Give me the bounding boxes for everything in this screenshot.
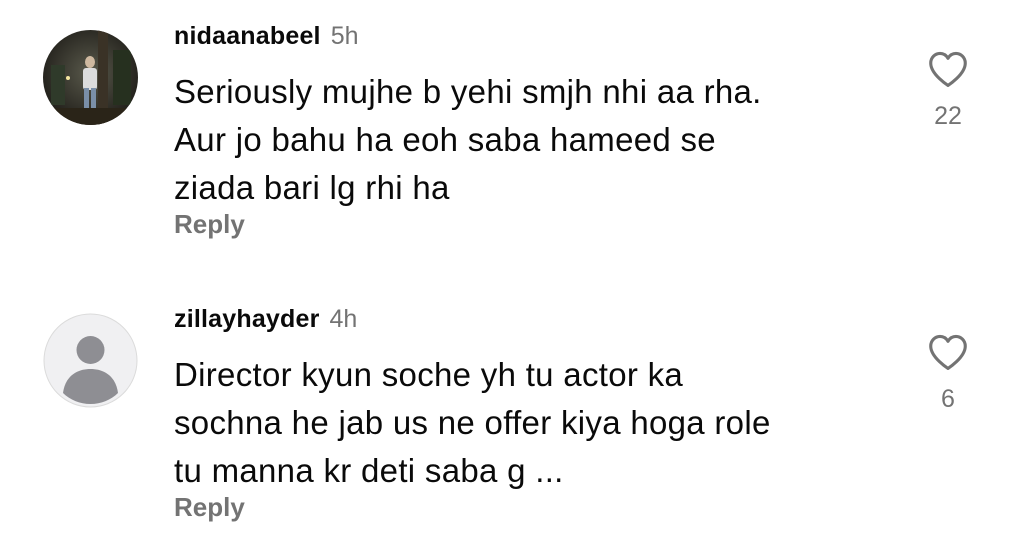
comment-header: nidaanabeel 5h	[174, 22, 359, 56]
profile-photo	[43, 30, 138, 125]
username[interactable]: nidaanabeel	[174, 22, 321, 51]
like-area: 22	[916, 50, 980, 131]
reply-button[interactable]: Reply	[174, 209, 245, 240]
default-avatar-icon	[43, 313, 138, 408]
comment-text: Seriously mujhe b yehi smjh nhi aa rha. …	[174, 73, 762, 206]
timestamp: 5h	[330, 22, 359, 50]
timestamp: 4h	[329, 305, 358, 333]
heart-outline-icon[interactable]	[927, 333, 969, 371]
comment-header: zillayhayder 4h	[174, 305, 357, 339]
avatar[interactable]	[43, 313, 138, 408]
like-area: 6	[916, 333, 980, 414]
reply-button[interactable]: Reply	[174, 492, 245, 523]
comment-text: Director kyun soche yh tu actor ka sochn…	[174, 356, 771, 489]
comment-item: nidaanabeel 5h Seriously mujhe b yehi sm…	[0, 0, 1024, 260]
avatar[interactable]	[43, 30, 138, 125]
comment-item: zillayhayder 4h Director kyun soche yh t…	[0, 283, 1024, 543]
like-count: 6	[941, 385, 955, 413]
heart-outline-icon[interactable]	[927, 50, 969, 88]
like-count: 22	[934, 102, 962, 130]
username[interactable]: zillayhayder	[174, 305, 320, 334]
